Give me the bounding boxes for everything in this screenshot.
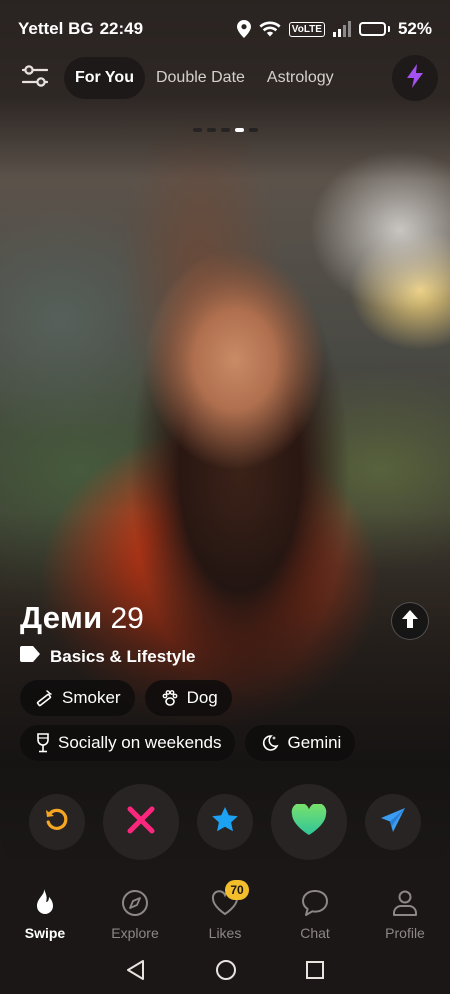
recents-icon[interactable] <box>305 960 325 985</box>
tab-for-you[interactable]: For You <box>64 57 145 99</box>
paper-plane-icon <box>380 807 406 838</box>
x-icon <box>126 805 156 840</box>
tab-astrology[interactable]: Astrology <box>256 57 345 99</box>
arrow-up-icon <box>402 609 418 633</box>
home-icon[interactable] <box>215 959 237 986</box>
nav-chat[interactable]: Chat <box>270 876 360 950</box>
drink-glass-icon <box>36 733 50 753</box>
compass-icon <box>121 888 149 918</box>
chat-bubble-icon <box>301 888 329 918</box>
heart-icon <box>291 802 327 841</box>
likes-count-badge: 70 <box>225 880 249 900</box>
status-right: VoLTE 52% <box>236 19 432 39</box>
smoking-icon <box>36 689 54 707</box>
location-icon <box>236 20 251 38</box>
photo-dot[interactable] <box>192 128 202 132</box>
flame-icon <box>32 888 58 918</box>
nav-label: Explore <box>111 925 159 941</box>
status-bar: Yettel BG 22:49 VoLTE 52% <box>0 0 450 58</box>
chip-dog: Dog <box>144 680 232 716</box>
nav-swipe[interactable]: Swipe <box>0 876 90 950</box>
chip-zodiac: Gemini <box>245 725 356 761</box>
nav-label: Likes <box>208 925 242 941</box>
section-label-text: Basics & Lifestyle <box>50 646 196 666</box>
status-left: Yettel BG 22:49 <box>18 19 237 39</box>
top-nav: For You Double Date Astrology <box>0 54 450 102</box>
app-screen: Yettel BG 22:49 VoLTE 52% For You Double… <box>0 0 450 994</box>
lightning-icon <box>406 63 424 93</box>
like-button[interactable] <box>271 784 347 860</box>
nope-button[interactable] <box>103 784 179 860</box>
photo-dot[interactable] <box>220 128 230 132</box>
profile-age: 29 <box>110 602 144 635</box>
rewind-button[interactable] <box>29 794 85 850</box>
back-icon[interactable] <box>125 959 147 986</box>
rewind-icon <box>44 807 70 838</box>
nav-profile[interactable]: Profile <box>360 876 450 950</box>
nav-likes[interactable]: 70 Likes <box>180 876 270 950</box>
profile-name: Деми <box>20 600 103 635</box>
photo-dot-active[interactable] <box>234 128 244 132</box>
chip-label: Socially on weekends <box>58 733 222 752</box>
carrier-name: Yettel BG <box>18 19 94 38</box>
chips-row-2: Socially on weekends Gemini <box>20 725 440 761</box>
status-time: 22:49 <box>99 19 144 38</box>
photo-indicator <box>0 128 450 132</box>
heart-outline-icon: 70 <box>211 880 249 918</box>
chip-label: Dog <box>186 688 218 707</box>
expand-profile-button[interactable] <box>391 602 429 640</box>
paw-icon <box>161 689 179 707</box>
wifi-icon <box>259 21 281 37</box>
boost-button[interactable] <box>392 55 438 101</box>
chip-smoker: Smoker <box>20 680 135 716</box>
photo-dot[interactable] <box>248 128 258 132</box>
star-icon <box>211 806 239 839</box>
battery-percent: 52% <box>397 19 432 38</box>
nav-label: Chat <box>300 925 330 941</box>
send-button[interactable] <box>365 794 421 850</box>
nav-label: Swipe <box>24 925 66 941</box>
section-label: Basics & Lifestyle <box>20 646 196 667</box>
volte-badge: VoLTE <box>288 21 325 37</box>
chip-label: Smoker <box>62 688 121 707</box>
action-buttons <box>0 784 450 860</box>
system-nav-bar <box>0 950 450 994</box>
chip-label: Gemini <box>287 733 342 752</box>
bottom-nav: Swipe Explore 70 Likes Chat Profile <box>0 876 450 950</box>
chip-drinking: Socially on weekends <box>20 725 236 761</box>
super-like-button[interactable] <box>197 794 253 850</box>
moon-icon <box>261 734 279 752</box>
tab-double-date[interactable]: Double Date <box>145 57 256 99</box>
nav-label: Profile <box>385 925 425 941</box>
tag-icon <box>20 646 40 667</box>
sliders-icon <box>21 64 49 92</box>
chips-row-1: Smoker Dog <box>20 680 440 716</box>
person-icon <box>391 888 419 918</box>
profile-name-row: Деми 29 <box>20 600 144 636</box>
filter-button[interactable] <box>18 61 52 95</box>
photo-dot[interactable] <box>206 128 216 132</box>
nav-explore[interactable]: Explore <box>90 876 180 950</box>
signal-icon <box>332 21 351 37</box>
battery-icon <box>358 22 390 36</box>
